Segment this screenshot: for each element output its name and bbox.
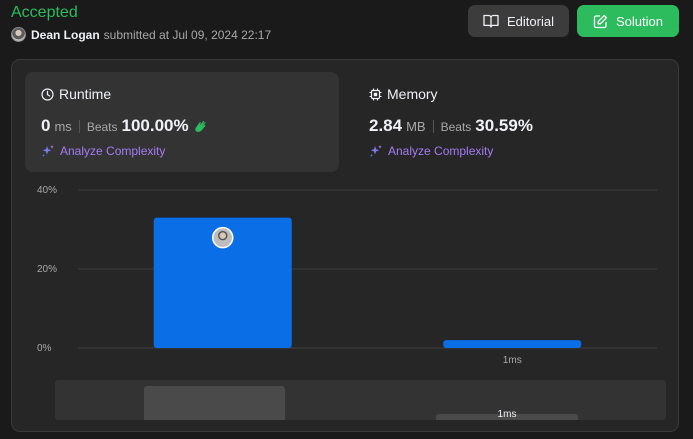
submission-byline: Dean Logan submitted at Jul 09, 2024 22:…	[11, 27, 271, 42]
runtime-beats-label: Beats	[86, 120, 118, 134]
editorial-label: Editorial	[507, 13, 554, 29]
edit-icon	[593, 14, 608, 28]
runtime-beats-value: 100.00%	[121, 116, 189, 135]
divider	[432, 119, 434, 133]
runtime-unit: ms	[54, 119, 72, 134]
runtime-analyze-complexity[interactable]: Analyze Complexity	[41, 144, 323, 158]
submitted-time: submitted at Jul 09, 2024 22:17	[103, 27, 272, 42]
memory-panel[interactable]: Memory 2.84 MB Beats 30.59% Analyze Comp…	[353, 72, 667, 172]
runtime-value: 0	[41, 116, 51, 135]
memory-analyze-complexity[interactable]: Analyze Complexity	[369, 144, 651, 158]
book-open-icon	[483, 14, 499, 28]
solution-label: Solution	[616, 13, 663, 29]
sparkle-icon	[42, 145, 54, 157]
memory-title: Memory	[387, 86, 438, 102]
user-avatar[interactable]	[11, 27, 26, 42]
memory-beats-label: Beats	[440, 120, 472, 134]
memory-value: 2.84	[369, 116, 403, 135]
runtime-distribution-chart: 40% 20% 0% 1ms	[12, 180, 678, 370]
username-link[interactable]: Dean Logan	[31, 28, 100, 42]
mini-x-label: 1ms	[497, 409, 517, 420]
chart-bar[interactable]	[443, 340, 582, 348]
editorial-button[interactable]: Editorial	[468, 5, 569, 37]
mini-bar	[144, 386, 285, 420]
runtime-analyze-label: Analyze Complexity	[60, 144, 166, 158]
submission-status: Accepted	[11, 4, 78, 21]
clap-icon	[194, 120, 206, 132]
result-card: Runtime 0 ms Beats 100.00% Analyze Compl…	[11, 59, 679, 432]
x-tick-label: 1ms	[503, 355, 522, 366]
solution-button[interactable]: Solution	[577, 5, 679, 37]
runtime-title: Runtime	[59, 86, 112, 102]
chip-icon	[369, 88, 382, 100]
sparkle-icon	[370, 145, 382, 157]
user-position-avatar	[212, 226, 234, 249]
memory-beats-value: 30.59%	[475, 116, 533, 135]
chart-range-navigator[interactable]: 1ms	[55, 380, 666, 420]
chart-plot: 1ms	[78, 189, 657, 366]
memory-analyze-label: Analyze Complexity	[388, 144, 494, 158]
runtime-panel[interactable]: Runtime 0 ms Beats 100.00% Analyze Compl…	[25, 72, 339, 172]
clock-icon	[41, 87, 54, 101]
divider	[78, 119, 80, 133]
memory-unit: MB	[406, 119, 426, 134]
